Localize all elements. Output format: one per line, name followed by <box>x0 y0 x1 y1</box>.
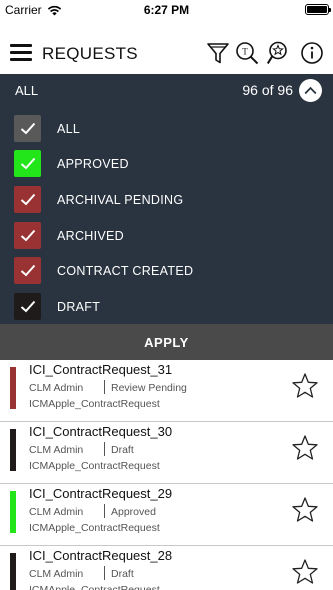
list-item[interactable]: ICI_ContractRequest_31 CLM Admin Review … <box>0 360 333 422</box>
request-status: Draft <box>111 568 134 580</box>
search-favorite-icon[interactable] <box>267 41 291 65</box>
checkmark-icon <box>20 122 35 135</box>
page-title: REQUESTS <box>42 44 138 63</box>
request-title: ICI_ContractRequest_31 <box>29 362 173 377</box>
checkbox[interactable] <box>14 222 41 249</box>
request-count: 96 of 96 <box>242 82 293 98</box>
checkbox[interactable] <box>14 293 41 320</box>
menu-button[interactable] <box>10 44 32 61</box>
status-bar: Carrier 6:27 PM <box>0 0 333 20</box>
search-title-icon[interactable]: T <box>235 41 259 65</box>
request-type: ICMApple_ContractRequest <box>29 460 160 472</box>
filter-option-label: ARCHIVED <box>57 228 124 243</box>
filter-option-all[interactable]: ALL <box>14 115 80 142</box>
status-color-bar <box>10 553 16 590</box>
checkbox[interactable] <box>14 115 41 142</box>
checkmark-icon <box>20 193 35 206</box>
filter-option-archived[interactable]: ARCHIVED <box>14 222 124 249</box>
status-color-bar <box>10 491 16 533</box>
filter-icon[interactable] <box>206 41 230 65</box>
checkmark-icon <box>20 264 35 277</box>
checkbox[interactable] <box>14 257 41 284</box>
svg-text:T: T <box>242 47 248 57</box>
filter-option-approved[interactable]: APPROVED <box>14 150 129 177</box>
info-icon[interactable] <box>300 41 324 65</box>
request-user: CLM Admin <box>29 382 84 394</box>
filter-panel: ALL APPROVED ARCHIVAL PENDING ARCHIVED C… <box>0 107 333 324</box>
checkbox[interactable] <box>14 186 41 213</box>
status-color-bar <box>10 429 16 471</box>
chevron-up-icon <box>304 86 317 95</box>
divider <box>104 504 105 518</box>
filter-option-label: DRAFT <box>57 299 101 314</box>
battery-icon <box>305 4 331 15</box>
request-type: ICMApple_ContractRequest <box>29 522 160 534</box>
checkmark-icon <box>20 229 35 242</box>
status-time: 6:27 PM <box>143 3 190 17</box>
filter-option-label: CONTRACT CREATED <box>57 263 194 278</box>
filter-option-label: ALL <box>57 121 81 136</box>
filter-option-label: APPROVED <box>57 156 129 171</box>
list-item[interactable]: ICI_ContractRequest_30 CLM Admin Draft I… <box>0 422 333 484</box>
collapse-filter-button[interactable] <box>299 79 322 102</box>
star-icon[interactable] <box>291 434 319 462</box>
star-icon[interactable] <box>291 496 319 524</box>
filter-option-archival-pending[interactable]: ARCHIVAL PENDING <box>14 186 183 213</box>
star-icon[interactable] <box>291 558 319 586</box>
request-title: ICI_ContractRequest_29 <box>29 486 173 501</box>
request-title: ICI_ContractRequest_28 <box>29 548 173 563</box>
star-icon[interactable] <box>291 372 319 400</box>
request-status: Review Pending <box>111 382 187 394</box>
filter-option-contract-created[interactable]: CONTRACT CREATED <box>14 257 193 284</box>
filter-summary-bar: ALL 96 of 96 <box>0 74 333 107</box>
checkmark-icon <box>20 157 35 170</box>
request-status: Draft <box>111 444 134 456</box>
request-user: CLM Admin <box>29 568 84 580</box>
apply-button[interactable]: APPLY <box>0 324 333 360</box>
filter-option-draft[interactable]: DRAFT <box>14 293 100 320</box>
status-color-bar <box>10 367 16 409</box>
checkmark-icon <box>20 300 35 313</box>
selected-filter-label: ALL <box>15 83 39 98</box>
filter-option-label: ARCHIVAL PENDING <box>57 192 184 207</box>
request-type: ICMApple_ContractRequest <box>29 584 160 590</box>
checkbox[interactable] <box>14 150 41 177</box>
request-user: CLM Admin <box>29 506 84 518</box>
request-status: Approved <box>111 506 156 518</box>
request-user: CLM Admin <box>29 444 84 456</box>
request-title: ICI_ContractRequest_30 <box>29 424 173 439</box>
divider <box>104 380 105 394</box>
list-item[interactable]: ICI_ContractRequest_28 CLM Admin Draft I… <box>0 546 333 590</box>
list-item[interactable]: ICI_ContractRequest_29 CLM Admin Approve… <box>0 484 333 546</box>
divider <box>104 566 105 580</box>
request-type: ICMApple_ContractRequest <box>29 398 160 410</box>
divider <box>104 442 105 456</box>
header: REQUESTS T <box>0 20 333 74</box>
